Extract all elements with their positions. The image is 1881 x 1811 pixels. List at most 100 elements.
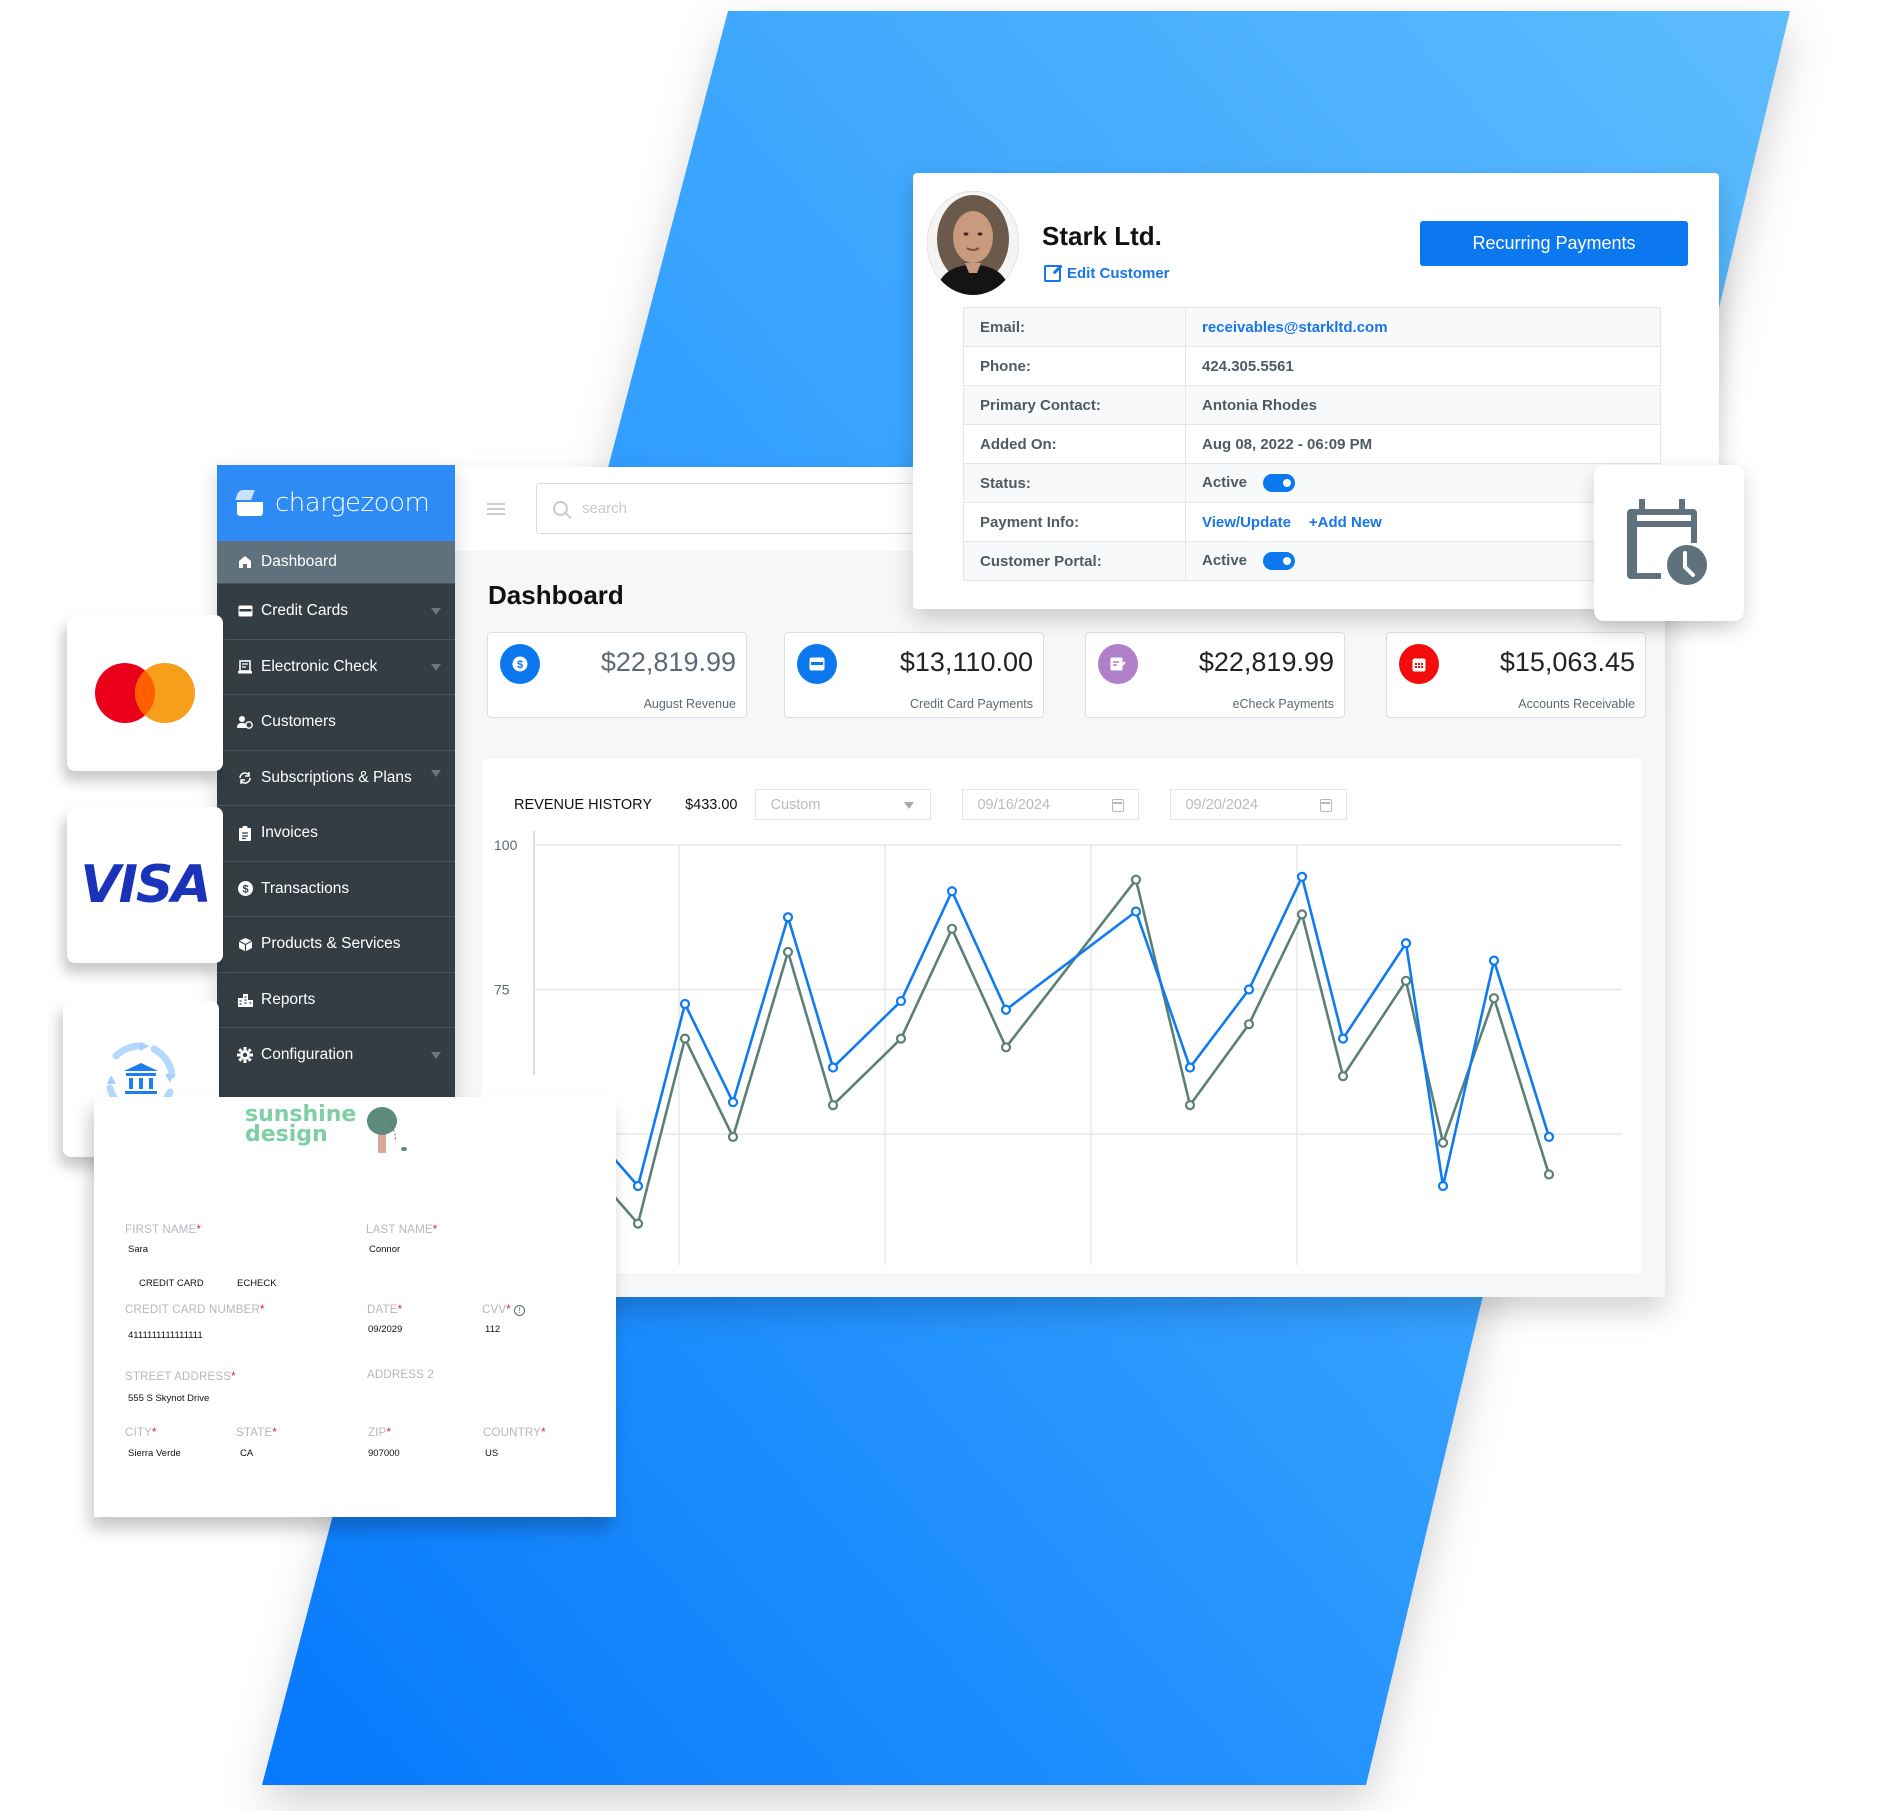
- stat-card-echeck-payments[interactable]: $22,819.99 eCheck Payments: [1085, 632, 1345, 718]
- revenue-chart: 100 75: [494, 831, 1622, 1265]
- stat-value: $13,110.00: [899, 647, 1033, 677]
- sidebar-item-label: Subscriptions & Plans: [261, 768, 412, 786]
- sidebar-item-configuration[interactable]: Configuration: [217, 1027, 455, 1083]
- country-field[interactable]: US: [485, 1448, 498, 1459]
- table-row: Payment Info: View/Update +Add New: [963, 502, 1661, 542]
- sidebar-item-subscriptions-plans[interactable]: Subscriptions & Plans: [217, 749, 455, 806]
- edit-customer-label: Edit Customer: [1067, 265, 1170, 282]
- sidebar-item-label: Customers: [261, 713, 336, 731]
- street-address-label: STREET ADDRESS*: [125, 1371, 236, 1383]
- stat-label: August Revenue: [643, 697, 736, 711]
- sidebar-item-electronic-check[interactable]: Electronic Check: [217, 638, 455, 695]
- search-input[interactable]: [582, 500, 781, 517]
- data-point: [1488, 955, 1500, 966]
- view-update-link[interactable]: View/Update: [1202, 514, 1291, 531]
- chargezoom-logo[interactable]: chargezoom: [217, 465, 455, 541]
- stat-label: Credit Card Payments: [910, 697, 1033, 711]
- zip-field[interactable]: 907000: [368, 1448, 400, 1459]
- page-title: Dashboard: [488, 580, 624, 610]
- city-field[interactable]: Sierra Verde: [128, 1448, 181, 1459]
- data-point: [1400, 938, 1412, 949]
- add-new-link[interactable]: +Add New: [1309, 514, 1382, 531]
- sidebar-item-label: Dashboard: [261, 553, 337, 570]
- y-tick-label: 75: [494, 982, 510, 998]
- info-icon[interactable]: !: [513, 1305, 525, 1316]
- tab-echeck[interactable]: ECHECK: [237, 1278, 277, 1289]
- visa-card: VISA: [67, 807, 223, 963]
- last-name-field[interactable]: Connor: [369, 1244, 400, 1255]
- sidebar-item-customers[interactable]: Customers: [217, 694, 455, 750]
- data-point: [679, 1033, 691, 1044]
- cc-number-field[interactable]: 4111111111111111: [128, 1330, 203, 1341]
- box-icon: [237, 936, 253, 952]
- sidebar-item-label: Credit Cards: [261, 602, 348, 620]
- zip-label: ZIP*: [368, 1427, 392, 1439]
- field-label: Email:: [963, 307, 1186, 347]
- home-icon: [237, 554, 253, 570]
- status-value: Active: [1202, 473, 1248, 491]
- stat-card-august-revenue[interactable]: $ $22,819.99 August Revenue: [487, 632, 747, 718]
- credit-card-icon: [797, 644, 837, 684]
- sidebar-item-dashboard[interactable]: Dashboard: [217, 541, 455, 583]
- start-date-input[interactable]: 09/16/2024: [962, 789, 1140, 820]
- calendar-icon[interactable]: [1112, 799, 1125, 812]
- sidebar-item-label: Reports: [261, 990, 316, 1008]
- end-date-input[interactable]: 09/20/2024: [1170, 789, 1348, 820]
- chart-header: REVENUE HISTORY $433.00 Custom 09/16/202…: [514, 789, 1378, 820]
- calendar-icon: [1399, 644, 1439, 684]
- data-point: [727, 1131, 739, 1142]
- cvv-label: CVV*!: [482, 1304, 525, 1316]
- svg-text:$: $: [517, 659, 523, 671]
- table-row: Email: receivables@starkltd.com: [963, 307, 1661, 347]
- state-label: STATE*: [236, 1427, 278, 1439]
- mastercard-card: [67, 615, 223, 771]
- country-label: COUNTRY*: [483, 1427, 546, 1439]
- sidebar-item-label: Configuration: [261, 1046, 354, 1064]
- city-label: CITY*: [125, 1427, 157, 1439]
- data-point: [782, 946, 794, 958]
- tab-credit-card[interactable]: CREDIT CARD: [139, 1278, 204, 1289]
- dollar-icon: $: [500, 644, 540, 684]
- range-select[interactable]: Custom: [755, 789, 932, 820]
- data-point: [946, 923, 958, 934]
- stat-card-accounts-receivable[interactable]: $15,063.45 Accounts Receivable: [1386, 632, 1646, 718]
- sidebar-item-reports[interactable]: Reports: [217, 971, 455, 1028]
- status-toggle[interactable]: [1263, 474, 1296, 493]
- data-point: [1543, 1131, 1555, 1142]
- first-name-field[interactable]: Sara: [128, 1244, 148, 1255]
- sidebar-item-credit-cards[interactable]: Credit Cards: [217, 583, 455, 639]
- payment-form-panel: sunshine design FIRST NAME* Sara LAST NA…: [94, 1097, 616, 1517]
- range-select-value: Custom: [770, 796, 821, 813]
- check-icon: [237, 659, 253, 675]
- sidebar-item-label: Electronic Check: [261, 657, 378, 675]
- expiry-date-field[interactable]: 09/2029: [368, 1324, 402, 1335]
- edit-customer-link[interactable]: Edit Customer: [1044, 265, 1170, 282]
- calendar-icon[interactable]: [1320, 799, 1333, 812]
- first-name-label: FIRST NAME*: [125, 1224, 202, 1236]
- customer-portal-toggle[interactable]: [1263, 552, 1296, 571]
- recurring-payments-button[interactable]: Recurring Payments: [1420, 221, 1688, 266]
- data-point: [1400, 975, 1412, 986]
- sidebar-item-transactions[interactable]: $ Transactions: [217, 860, 455, 917]
- stat-value: $22,819.99: [1198, 647, 1334, 677]
- stat-card-credit-card-payments[interactable]: $13,110.00 Credit Card Payments: [784, 632, 1044, 718]
- data-point: [1130, 874, 1142, 885]
- state-field[interactable]: CA: [240, 1448, 253, 1459]
- customer-info-table: Email: receivables@starkltd.com Phone: 4…: [963, 307, 1661, 581]
- gear-icon: [237, 1047, 253, 1064]
- sidebar: chargezoom Dashboard Credit Cards Electr…: [217, 465, 455, 1097]
- hamburger-menu-icon[interactable]: [487, 503, 505, 515]
- cvv-field[interactable]: 112: [485, 1324, 500, 1335]
- email-link[interactable]: receivables@starkltd.com: [1202, 319, 1388, 336]
- table-row: Customer Portal: Active: [963, 541, 1661, 581]
- stat-value: $15,063.45: [1499, 647, 1635, 677]
- data-point: [895, 1033, 907, 1044]
- portal-status-value: Active: [1202, 551, 1248, 569]
- chevron-down-icon: [431, 663, 441, 671]
- sidebar-item-products-services[interactable]: Products & Services: [217, 916, 455, 972]
- sidebar-item-invoices[interactable]: Invoices: [217, 805, 455, 861]
- revenue-history-panel: 100 75 REVENUE HISTORY $433.00 Custom 09/…: [482, 759, 1642, 1273]
- avatar: [927, 191, 1019, 295]
- data-point: [895, 995, 907, 1007]
- street-address-field[interactable]: 555 S Skynot Drive: [128, 1393, 209, 1404]
